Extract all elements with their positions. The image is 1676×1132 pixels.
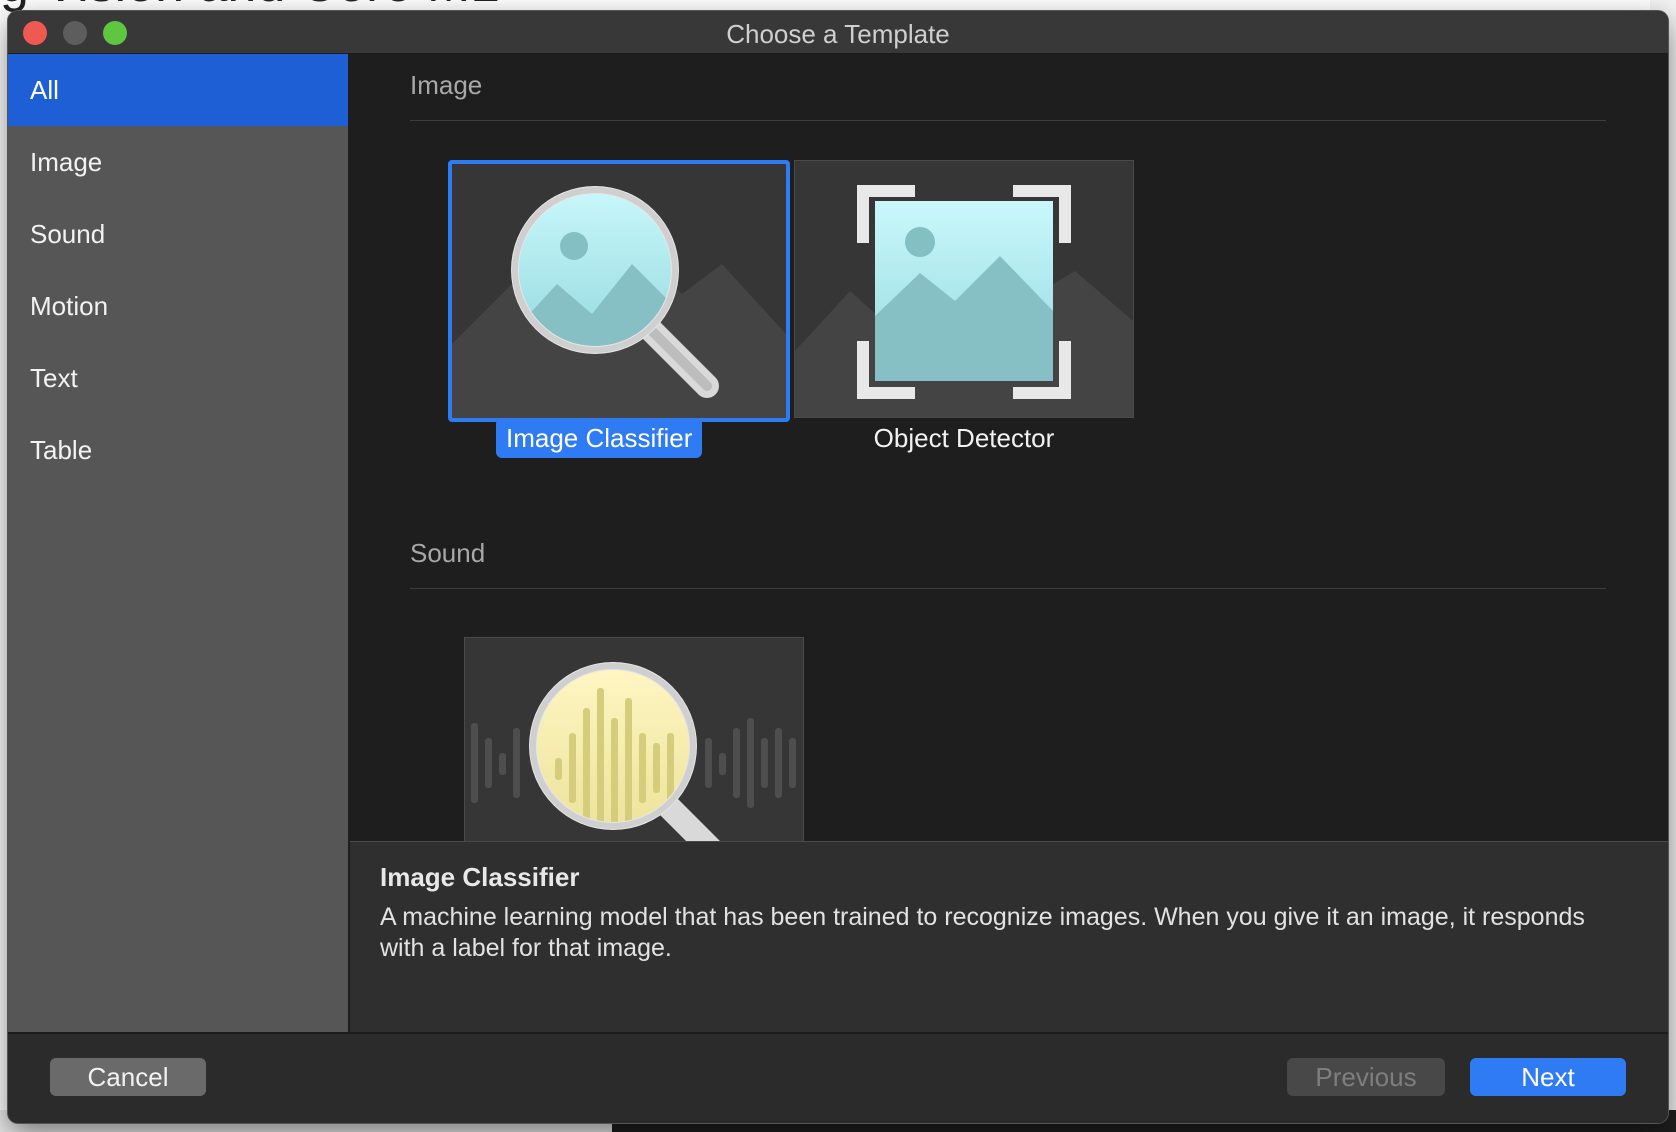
sidebar-item-all[interactable]: All	[8, 54, 348, 126]
section-divider	[410, 588, 1606, 589]
description-title: Image Classifier	[380, 862, 580, 892]
sound-classifier-icon	[471, 662, 796, 841]
dialog-footer: Cancel Previous Next	[8, 1032, 1668, 1123]
category-sidebar: All Image Sound Motion Text Table	[8, 54, 350, 1032]
section-title-sound: Sound	[410, 538, 486, 568]
section-divider	[410, 120, 1606, 121]
choose-template-dialog: Choose a Template All Image Sound Motion…	[8, 11, 1668, 1123]
window-title: Choose a Template	[726, 19, 950, 49]
template-tile-object-detector[interactable]	[794, 160, 1134, 418]
previous-button[interactable]: Previous	[1287, 1058, 1445, 1096]
template-description-panel: Image Classifier A machine learning mode…	[350, 841, 1668, 1034]
template-label-object-detector[interactable]: Object Detector	[794, 418, 1134, 458]
description-text: A machine learning model that has been t…	[380, 903, 1585, 962]
next-button[interactable]: Next	[1470, 1058, 1626, 1096]
image-classifier-icon	[452, 186, 786, 418]
template-label-image-classifier[interactable]: Image Classifier	[496, 418, 703, 458]
cancel-button[interactable]: Cancel	[50, 1058, 206, 1096]
title-bar: Choose a Template	[8, 11, 1668, 54]
sidebar-item-motion[interactable]: Motion	[8, 270, 348, 342]
sidebar-item-text[interactable]: Text	[8, 342, 348, 414]
sidebar-item-image[interactable]: Image	[8, 126, 348, 198]
object-detector-icon	[795, 185, 1133, 417]
sidebar-item-sound[interactable]: Sound	[8, 198, 348, 270]
section-title-image: Image	[410, 70, 483, 100]
template-tile-image-classifier[interactable]	[448, 160, 790, 422]
template-gallery: Image Image Classifier Object Detector S…	[350, 54, 1668, 841]
sidebar-item-table[interactable]: Table	[8, 414, 348, 486]
template-tile-sound-classifier[interactable]	[464, 637, 804, 841]
